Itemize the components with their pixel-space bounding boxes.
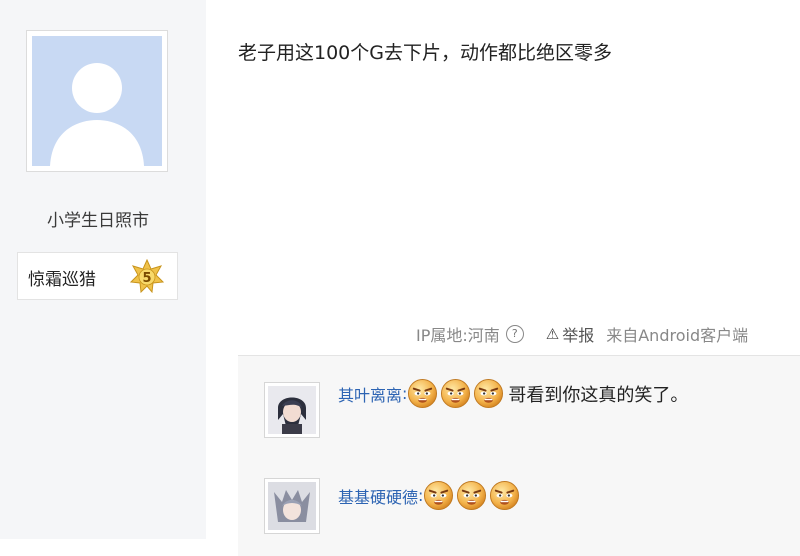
anime-avatar-icon xyxy=(268,386,316,434)
post-content: 老子用这100个G去下片，动作都比绝区零多 xyxy=(238,42,612,64)
comment-avatar[interactable] xyxy=(264,382,320,438)
level-star-icon: 5 xyxy=(130,259,164,293)
author-avatar[interactable] xyxy=(26,30,168,172)
default-avatar-icon xyxy=(32,36,162,166)
comment-list: 其叶离离 : 哥看到你这真的笑了。 基基硬硬德 : xyxy=(238,355,800,556)
post-source: 来自Android客户端 xyxy=(606,326,749,345)
report-button[interactable]: ⚠ 举报 xyxy=(546,322,594,346)
comment-row: 其叶离离 : 哥看到你这真的笑了。 xyxy=(338,378,688,409)
angry-face-icon xyxy=(440,378,471,409)
comment-username[interactable]: 基基硬硬德 xyxy=(338,484,418,508)
angry-face-icon xyxy=(473,378,504,409)
author-sidebar: 小学生日照市 惊霜巡猎 5 xyxy=(0,0,206,539)
member-title-badge[interactable]: 惊霜巡猎 5 xyxy=(17,252,178,300)
angry-face-icon xyxy=(407,378,438,409)
help-circle-icon[interactable]: ? xyxy=(505,325,524,343)
comment-row: 基基硬硬德 : xyxy=(338,480,524,511)
comment-avatar[interactable] xyxy=(264,478,320,534)
ip-location: IP属地:河南 xyxy=(416,326,500,345)
angry-face-icon xyxy=(456,480,487,511)
angry-face-icon xyxy=(489,480,520,511)
angry-face-icon xyxy=(423,480,454,511)
author-username[interactable]: 小学生日照市 xyxy=(0,206,196,231)
warning-triangle-icon: ⚠ xyxy=(545,325,560,343)
level-number: 5 xyxy=(142,271,151,286)
anime-avatar-icon xyxy=(268,482,316,530)
comment-text: 哥看到你这真的笑了。 xyxy=(508,384,689,406)
comment-username[interactable]: 其叶离离 xyxy=(338,382,402,406)
report-label: 举报 xyxy=(562,326,595,345)
member-title-label: 惊霜巡猎 xyxy=(28,270,96,290)
post-meta: IP属地:河南 ? ⚠ 举报 来自Android客户端 xyxy=(416,322,748,346)
